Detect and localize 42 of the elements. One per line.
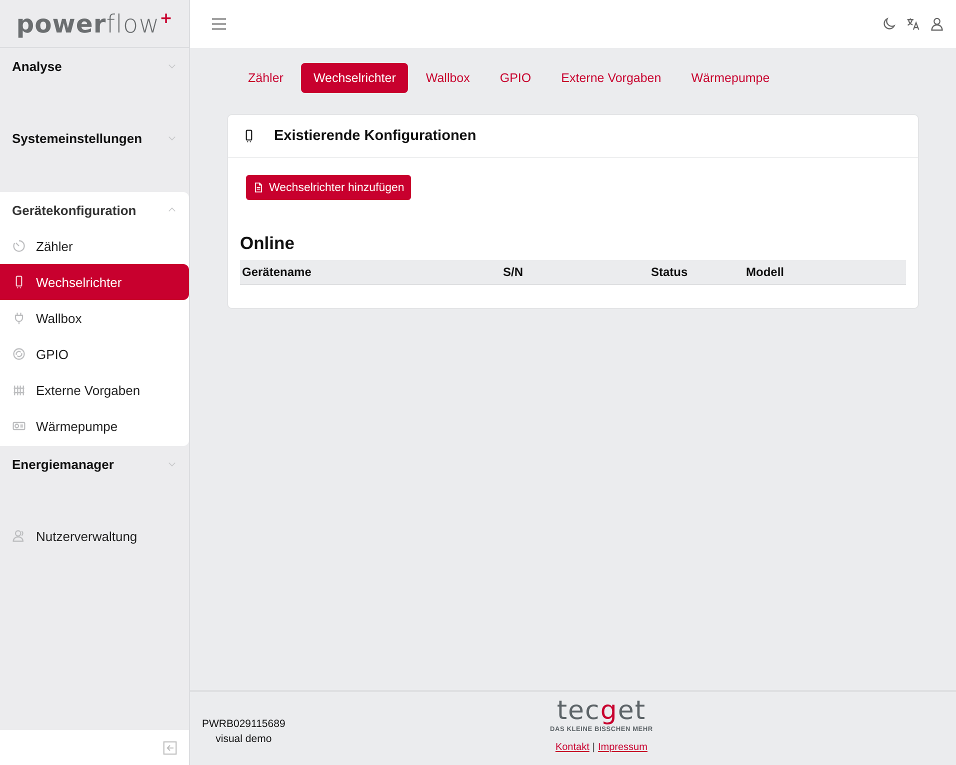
mode-label: visual demo — [216, 733, 272, 745]
column-header: S/N — [501, 260, 649, 284]
footer-link[interactable]: Kontakt — [555, 742, 590, 753]
nav-group-header[interactable]: Energiemanager — [0, 446, 189, 482]
sidebar-item[interactable]: GPIO — [0, 336, 189, 372]
tab[interactable]: Wallbox — [414, 63, 482, 93]
footer-link[interactable]: Impressum — [598, 742, 648, 753]
gauge-icon — [12, 239, 26, 253]
card-title: Existierende Konfigurationen — [274, 128, 476, 144]
tab[interactable]: Zähler — [236, 63, 296, 93]
sidebar-item[interactable]: Externe Vorgaben — [0, 372, 189, 408]
column-header: Modell — [744, 260, 906, 284]
cycle-icon — [12, 347, 26, 361]
user-icon[interactable] — [930, 17, 944, 31]
plug-icon — [12, 311, 26, 325]
brand-logo: tecget — [556, 696, 646, 726]
pump-icon — [12, 419, 26, 433]
separator: | — [592, 742, 595, 753]
moon-icon[interactable] — [882, 17, 896, 31]
tab[interactable]: Wärmepumpe — [679, 63, 782, 93]
nav-group-header[interactable]: Gerätekonfiguration — [0, 192, 189, 228]
tab[interactable]: Externe Vorgaben — [549, 63, 674, 93]
serial-number: PWRB029115689 — [202, 718, 286, 730]
logo[interactable]: powerflow$^{+}$ — [16, 8, 173, 38]
users-icon — [12, 529, 26, 543]
column-header: Status — [649, 260, 744, 284]
sidebar-item[interactable]: Nutzerverwaltung — [0, 518, 189, 554]
tab[interactable]: GPIO — [488, 63, 544, 93]
nav-group-header[interactable]: Systemeinstellungen — [0, 120, 189, 156]
sidebar-item[interactable]: Wechselrichter — [0, 264, 189, 300]
sidebar-item[interactable]: Zähler — [0, 228, 189, 264]
translate-icon[interactable] — [906, 17, 920, 31]
menu-icon[interactable] — [212, 18, 226, 30]
add-button[interactable]: Wechselrichter hinzufügen — [246, 175, 412, 200]
file-icon — [253, 182, 264, 193]
tab[interactable]: Wechselrichter — [301, 63, 408, 93]
fence-icon — [12, 383, 26, 397]
column-header: Gerätename — [240, 260, 501, 284]
section-heading: Online — [240, 233, 296, 254]
sidebar-item[interactable]: Wallbox — [0, 300, 189, 336]
sidebar-item[interactable]: Wärmepumpe — [0, 408, 189, 444]
nav-group-header[interactable]: Analyse — [0, 48, 189, 84]
